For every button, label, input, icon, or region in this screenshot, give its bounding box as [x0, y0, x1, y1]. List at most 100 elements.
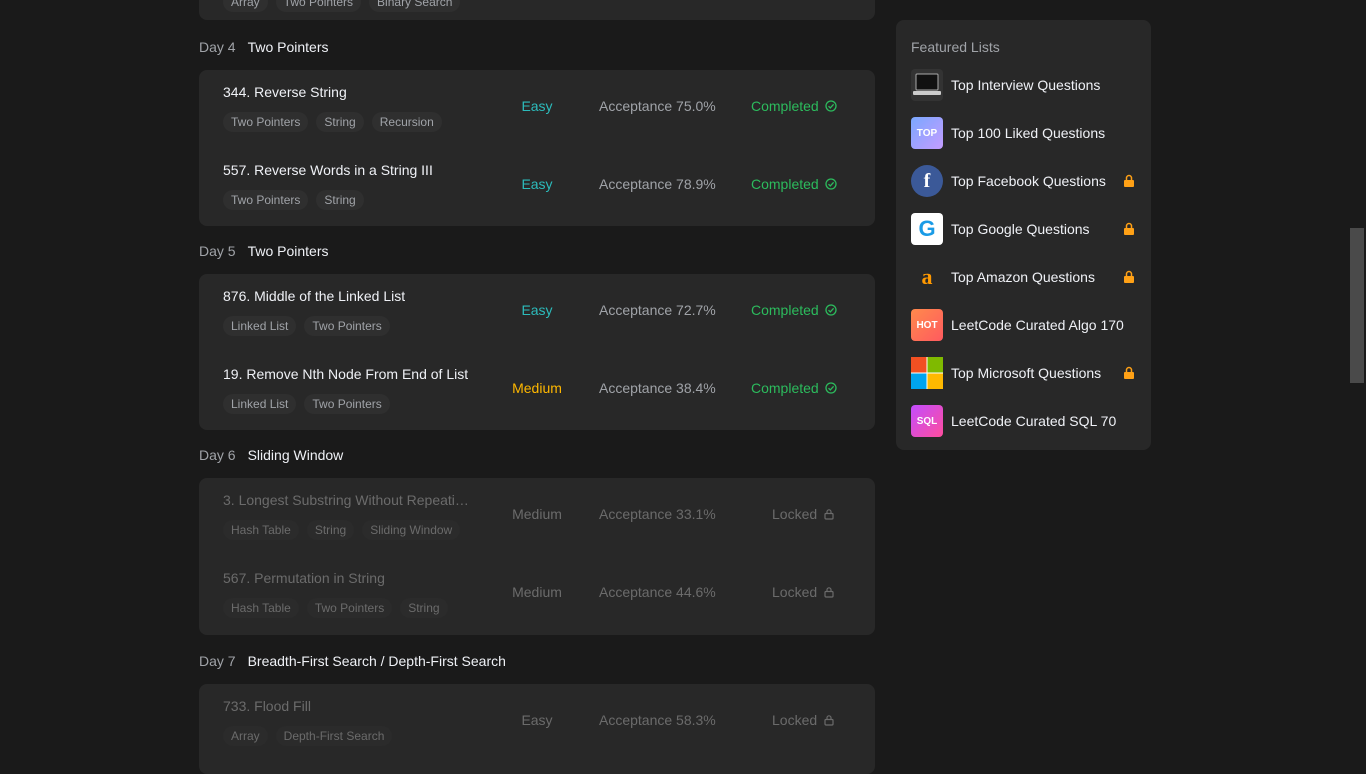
- sql-icon: SQL: [911, 405, 943, 437]
- status: Locked: [772, 584, 835, 600]
- problem-row[interactable]: 557. Reverse Words in a String III Two P…: [199, 148, 875, 226]
- status-label: Locked: [772, 584, 818, 600]
- acceptance: Acceptance 44.6%: [599, 584, 716, 600]
- tag[interactable]: Recursion: [371, 112, 442, 132]
- acceptance: Acceptance 38.4%: [599, 380, 716, 396]
- featured-list-item[interactable]: Top Microsoft Questions: [911, 357, 1136, 389]
- tag[interactable]: Array: [223, 0, 268, 12]
- problem-title[interactable]: 876. Middle of the Linked List: [223, 288, 405, 304]
- featured-list-label: LeetCode Curated SQL 70: [951, 413, 1117, 429]
- difficulty: Medium: [512, 584, 562, 600]
- featured-list-item[interactable]: G Top Google Questions: [911, 213, 1136, 245]
- day-header: Day 5 Two Pointers: [199, 241, 329, 261]
- acceptance: Acceptance 72.7%: [599, 302, 716, 318]
- featured-list-label: Top Amazon Questions: [951, 269, 1095, 285]
- status: Completed: [751, 176, 837, 192]
- featured-list-item[interactable]: TOP Top 100 Liked Questions: [911, 117, 1136, 149]
- lock-icon: [824, 509, 834, 520]
- tag[interactable]: Two Pointers: [306, 598, 393, 618]
- tag[interactable]: Two Pointers: [275, 0, 362, 12]
- lock-icon: [824, 715, 834, 726]
- tag[interactable]: Sliding Window: [362, 520, 461, 540]
- tag[interactable]: Two Pointers: [223, 112, 309, 132]
- day-label: Day 7: [199, 653, 236, 669]
- featured-list-item[interactable]: SQL LeetCode Curated SQL 70: [911, 405, 1136, 437]
- tag[interactable]: Hash Table: [223, 598, 299, 618]
- lock-icon: [1124, 174, 1134, 187]
- previous-day-card: Array Two Pointers Binary Search: [199, 0, 875, 20]
- featured-list-label: Top Interview Questions: [951, 77, 1101, 93]
- tag[interactable]: String: [400, 598, 448, 618]
- tag[interactable]: Binary Search: [369, 0, 461, 12]
- problem-title[interactable]: 557. Reverse Words in a String III: [223, 162, 433, 178]
- problem-row: 733. Flood Fill Array Depth-First Search…: [199, 684, 875, 762]
- day-header: Day 6 Sliding Window: [199, 445, 343, 465]
- acceptance: Acceptance 75.0%: [599, 98, 716, 114]
- status: Completed: [751, 380, 837, 396]
- acceptance: Acceptance 78.9%: [599, 176, 716, 192]
- status: Completed: [751, 98, 837, 114]
- status-label: Locked: [772, 712, 818, 728]
- featured-list-item[interactable]: f Top Facebook Questions: [911, 165, 1136, 197]
- day-card: 733. Flood Fill Array Depth-First Search…: [199, 684, 875, 774]
- featured-list-item[interactable]: Top Interview Questions: [911, 69, 1136, 101]
- day-topic: Two Pointers: [247, 243, 329, 259]
- day-header: Day 7 Breadth-First Search / Depth-First…: [199, 651, 506, 671]
- problem-row: 3. Longest Substring Without Repeatin...…: [199, 478, 875, 556]
- status: Locked: [772, 506, 835, 522]
- status: Completed: [751, 302, 837, 318]
- problem-title: 567. Permutation in String: [223, 570, 385, 586]
- scrollbar-thumb[interactable]: [1350, 228, 1364, 383]
- featured-list-label: Top Google Questions: [951, 221, 1090, 237]
- featured-list-item[interactable]: HOT LeetCode Curated Algo 170: [911, 309, 1136, 341]
- day-header: Day 4 Two Pointers: [199, 37, 329, 57]
- laptop-icon: [911, 69, 943, 101]
- day-card: 344. Reverse String Two Pointers String …: [199, 70, 875, 226]
- day-topic: Breadth-First Search / Depth-First Searc…: [247, 653, 506, 669]
- day-topic: Two Pointers: [247, 39, 329, 55]
- difficulty: Medium: [512, 506, 562, 522]
- day-topic: Sliding Window: [247, 447, 344, 463]
- check-circle-icon: [825, 178, 837, 190]
- status-label: Completed: [751, 98, 819, 114]
- check-circle-icon: [825, 100, 837, 112]
- google-icon: G: [911, 213, 943, 245]
- tag[interactable]: Two Pointers: [223, 190, 309, 210]
- tag[interactable]: Linked List: [223, 316, 297, 336]
- problem-row: 567. Permutation in String Hash Table Tw…: [199, 556, 875, 634]
- acceptance: Acceptance 33.1%: [599, 506, 716, 522]
- featured-lists-title: Featured Lists: [911, 39, 1000, 55]
- tag[interactable]: String: [316, 112, 364, 132]
- tag[interactable]: String: [306, 520, 355, 540]
- featured-list-item[interactable]: a Top Amazon Questions: [911, 261, 1136, 293]
- status-label: Locked: [772, 506, 818, 522]
- day-card: 3. Longest Substring Without Repeatin...…: [199, 478, 875, 635]
- day-label: Day 6: [199, 447, 236, 463]
- acceptance: Acceptance 58.3%: [599, 712, 716, 728]
- difficulty: Easy: [521, 98, 553, 114]
- microsoft-icon: [911, 357, 943, 389]
- day-label: Day 4: [199, 39, 236, 55]
- tag[interactable]: Hash Table: [223, 520, 299, 540]
- tag[interactable]: Two Pointers: [304, 394, 390, 414]
- featured-list-label: Top 100 Liked Questions: [951, 125, 1106, 141]
- problem-title: 733. Flood Fill: [223, 698, 311, 714]
- difficulty: Easy: [521, 302, 553, 318]
- tag[interactable]: Two Pointers: [304, 316, 390, 336]
- problem-title: 3. Longest Substring Without Repeatin...: [223, 492, 473, 508]
- difficulty: Easy: [521, 712, 553, 728]
- featured-list-label: Top Facebook Questions: [951, 173, 1106, 189]
- tag[interactable]: Linked List: [223, 394, 297, 414]
- tag[interactable]: String: [316, 190, 364, 210]
- problem-row[interactable]: 344. Reverse String Two Pointers String …: [199, 70, 875, 148]
- prev-tags: Array Two Pointers Binary Search: [223, 0, 461, 12]
- problem-row[interactable]: 876. Middle of the Linked List Linked Li…: [199, 274, 875, 352]
- scrollbar-track[interactable]: [1350, 0, 1366, 768]
- problem-title[interactable]: 344. Reverse String: [223, 84, 347, 100]
- problem-title[interactable]: 19. Remove Nth Node From End of List: [223, 366, 468, 382]
- tag[interactable]: Depth-First Search: [275, 726, 393, 746]
- tag[interactable]: Array: [223, 726, 268, 746]
- featured-list-label: LeetCode Curated Algo 170: [951, 317, 1124, 333]
- problem-row[interactable]: 19. Remove Nth Node From End of List Lin…: [199, 352, 875, 430]
- lock-icon: [1124, 222, 1134, 235]
